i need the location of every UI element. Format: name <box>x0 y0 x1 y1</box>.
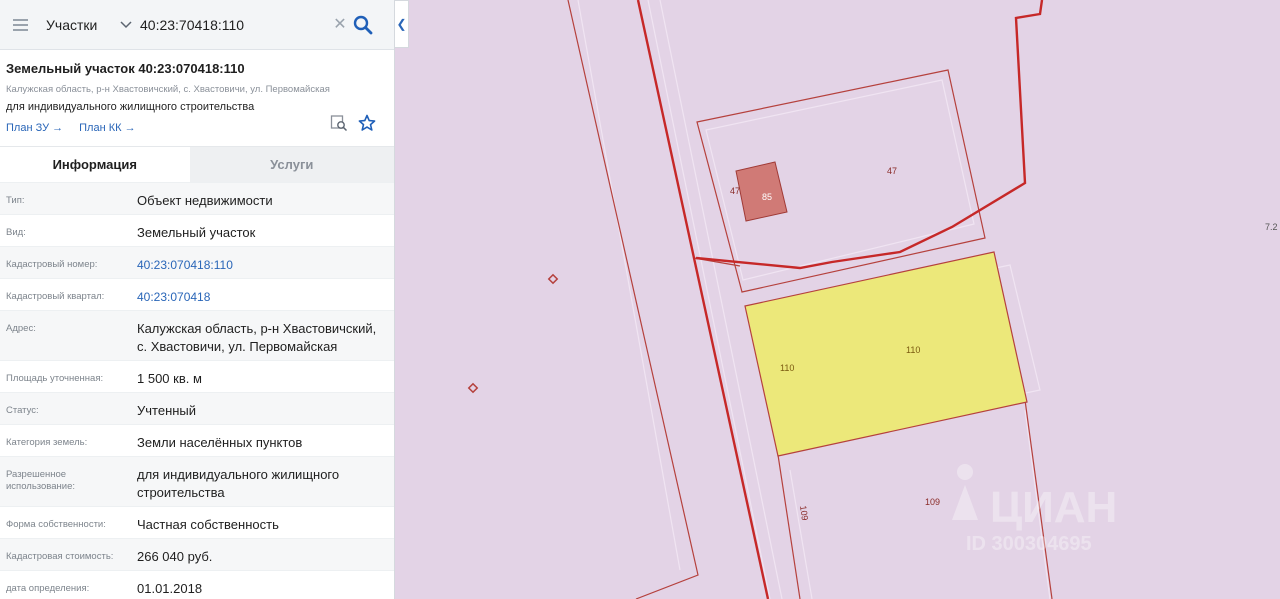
row-value: Земельный участок <box>137 225 256 240</box>
table-row: Разрешенное использование: для индивидуал… <box>0 456 394 506</box>
parcel-address: Калужская область, р-н Хвастовичский, с.… <box>6 84 330 95</box>
table-row: Категория земель: Земли населённых пункто… <box>0 424 394 456</box>
category-select[interactable]: Участки <box>46 17 116 33</box>
edge-label: 7.2 <box>1265 222 1278 232</box>
plan-kk-link[interactable]: План КК → <box>79 122 135 134</box>
row-label: Кадастровая стоимость: <box>6 551 114 562</box>
parcel-purpose: для индивидуального жилищного строительс… <box>6 101 255 113</box>
parcel-label-110: 110 <box>780 363 794 373</box>
row-value: 266 040 руб. <box>137 549 213 564</box>
row-label: Адрес: <box>6 323 36 334</box>
tab-services[interactable]: Услуги <box>189 147 394 182</box>
parcel-label-47: 47 <box>887 166 897 176</box>
parcel-label-110: 110 <box>906 345 920 355</box>
table-row: Площадь уточненная: 1 500 кв. м <box>0 360 394 392</box>
tab-bar: Информация Услуги <box>0 146 394 182</box>
row-value-link[interactable]: 40:23:070418:110 <box>137 247 388 274</box>
table-row: Статус: Учтенный <box>0 392 394 424</box>
info-table: Тип: Объект недвижимости Вид: Земельный уча… <box>0 182 394 599</box>
table-row: Адрес: Калужская область, р-н Хвастовичск… <box>0 310 394 360</box>
row-label: дата определения: <box>6 583 90 594</box>
chevron-left-icon[interactable]: ❮ <box>395 0 409 48</box>
table-row: Кадастровый номер: 40:23:070418:110 <box>0 246 394 278</box>
table-row: Форма собственности: Частная собственност… <box>0 506 394 538</box>
row-label: Площадь уточненная: <box>6 373 104 384</box>
row-value: Калужская область, р-н Хвастовичский, с.… <box>137 321 377 354</box>
search-input[interactable] <box>140 16 320 33</box>
page-title: Земельный участок 40:23:070418:110 <box>6 61 245 76</box>
menu-icon[interactable] <box>0 0 40 50</box>
parcel-header: Земельный участок 40:23:070418:110 Калуж… <box>0 50 394 146</box>
row-value: Объект недвижимости <box>137 193 273 208</box>
row-value: 01.01.2018 <box>137 581 203 596</box>
row-label: Разрешенное использование: <box>6 469 76 492</box>
chevron-down-icon[interactable] <box>116 20 136 29</box>
watermark-text: ЦИАН <box>990 483 1117 532</box>
info-panel: Участки ✕ Земельный участок 40:23:070418… <box>0 0 395 599</box>
row-value: 1 500 кв. м <box>137 371 202 386</box>
parcel-label-109: 109 <box>925 497 940 507</box>
row-label: Тип: <box>6 195 25 206</box>
row-label: Форма собственности: <box>6 519 106 530</box>
plan-zu-link[interactable]: План ЗУ → <box>6 122 63 134</box>
table-row: Вид: Земельный участок <box>0 214 394 246</box>
map-search-icon[interactable] <box>330 114 348 132</box>
row-label: Статус: <box>6 405 39 416</box>
search-icon[interactable] <box>352 14 374 36</box>
table-row: Кадастровая стоимость: 266 040 руб. <box>0 538 394 570</box>
row-value: Частная собственность <box>137 517 279 532</box>
row-label: Вид: <box>6 227 26 238</box>
parcel-label-47: 47 <box>730 186 740 196</box>
close-icon[interactable]: ✕ <box>330 15 350 35</box>
watermark-id: ID 300304695 <box>966 533 1092 555</box>
row-label: Кадастровый номер: <box>6 259 98 270</box>
watermark-logo-icon <box>957 464 973 480</box>
parcel-label-109: 109 <box>798 505 810 521</box>
row-label: Кадастровый квартал: <box>6 291 105 302</box>
table-row: Тип: Объект недвижимости <box>0 182 394 214</box>
search-bar: Участки ✕ <box>0 0 394 50</box>
row-value: Учтенный <box>137 403 197 418</box>
building-label-85: 85 <box>762 192 772 202</box>
row-label: Категория земель: <box>6 437 88 448</box>
tab-information[interactable]: Информация <box>0 147 190 182</box>
row-value-link[interactable]: 40:23:070418 <box>137 279 388 306</box>
star-icon[interactable] <box>358 114 376 132</box>
row-value: для индивидуального жилищного строительс… <box>137 467 340 500</box>
table-row: Кадастровый квартал: 40:23:070418 <box>0 278 394 310</box>
table-row: дата определения: 01.01.2018 <box>0 570 394 599</box>
row-value: Земли населённых пунктов <box>137 435 303 450</box>
